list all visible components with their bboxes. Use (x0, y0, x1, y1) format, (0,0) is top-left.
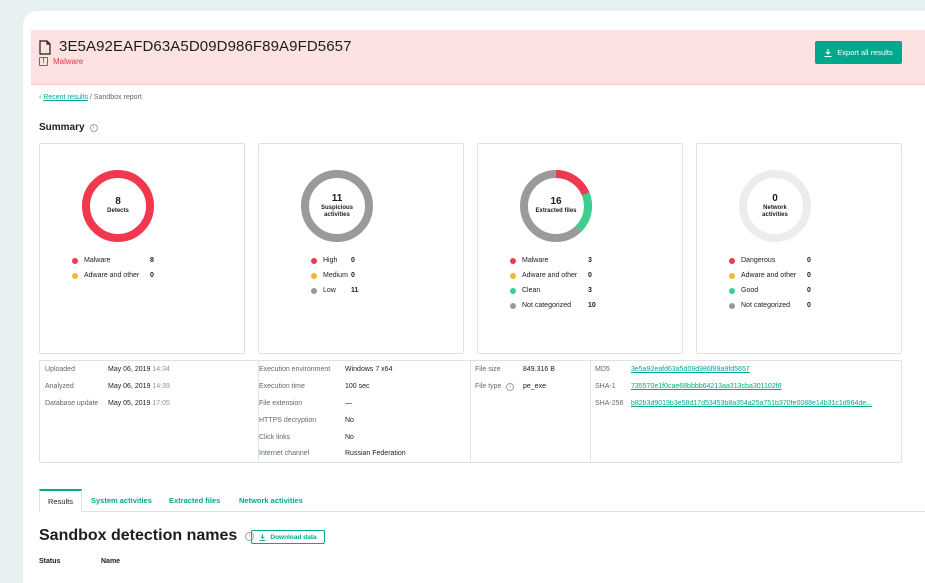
clean-dot-icon (510, 287, 516, 294)
legend-item: Dangerous 0 (729, 253, 811, 268)
not-categorized-dot-icon (729, 302, 735, 309)
detects-card: 8 Detects Malware 8 Adware and other 0 (39, 143, 245, 354)
tab-network-activities[interactable]: Network activities (239, 489, 303, 512)
info-icon[interactable]: i (89, 123, 98, 132)
adware-dot-icon (729, 272, 735, 279)
detects-legend: Malware 8 Adware and other 0 (72, 253, 154, 283)
sha1-link[interactable]: 735570e1f0cae68bbbb64213aa313cba301102f6 (631, 383, 782, 390)
dangerous-dot-icon (729, 257, 735, 264)
low-dot-icon (311, 287, 317, 294)
legend-item: Adware and other 0 (729, 268, 811, 283)
legend-item: High 0 (311, 253, 355, 268)
section-title: Sandbox detection names (39, 527, 238, 544)
breadcrumb: ‹ Recent results / Sandbox report (39, 94, 142, 101)
breadcrumb-separator: / (90, 94, 92, 101)
back-chevron-icon[interactable]: ‹ (39, 94, 41, 101)
breadcrumb-link-recent-results[interactable]: Recent results (43, 94, 88, 101)
verdict-label: Malware (53, 57, 84, 66)
download-data-button[interactable]: Download data (251, 530, 325, 544)
legend-item: Not categorized 0 (729, 298, 811, 313)
execution-column: Execution environment Windows 7 x64 Execu… (259, 361, 471, 462)
medium-dot-icon (311, 272, 317, 279)
adware-dot-icon (510, 272, 516, 279)
details-panel: Uploaded May 06, 2019 14:34 Analyzed May 0… (39, 360, 902, 463)
not-categorized-dot-icon (510, 302, 516, 309)
network-legend: Dangerous 0 Adware and other 0 Good 0 Not c… (729, 253, 811, 313)
malware-dot-icon (72, 257, 78, 264)
download-icon (259, 533, 266, 541)
high-dot-icon (311, 257, 317, 264)
suspicious-legend: High 0 Medium 0 Low 11 (311, 253, 358, 298)
download-icon (824, 48, 832, 57)
hashes-column: MD5 3e5a92eafd63a5d09d986f89a9fd5657 SHA-… (591, 361, 901, 462)
summary-title: Summary (39, 122, 85, 133)
extracted-files-legend: Malware 3 Adware and other 0 Clean 3 Not ca… (510, 253, 596, 313)
extracted-files-card: 16 Extracted files Malware 3 Adware and o… (477, 143, 683, 354)
file-icon (39, 40, 51, 55)
detects-count: 8 (115, 196, 121, 208)
good-dot-icon (729, 287, 735, 294)
verdict-badge: ! Malware (39, 57, 83, 66)
legend-item: Good 0 (729, 283, 811, 298)
export-all-results-button[interactable]: Export all results (815, 41, 902, 64)
summary-heading: Summary i (39, 122, 98, 133)
file-hash-title: 3E5A92EAFD63A5D09D986F89A9FD5657 (59, 38, 352, 55)
legend-item: Medium 0 (311, 268, 355, 283)
network-label: Network activities (762, 204, 788, 218)
extracted-files-label: Extracted files (535, 208, 577, 215)
tab-system-activities[interactable]: System activities (91, 489, 152, 512)
md5-link[interactable]: 3e5a92eafd63a5d09d986f89a9fd5657 (631, 366, 750, 373)
info-icon[interactable]: i (506, 383, 514, 391)
legend-item: Adware and other 0 (72, 268, 154, 283)
report-header: 3E5A92EAFD63A5D09D986F89A9FD5657 ! Malwa… (31, 30, 925, 85)
dates-column: Uploaded May 06, 2019 14:34 Analyzed May 0… (40, 361, 259, 462)
network-count: 0 (772, 192, 778, 204)
tab-extracted-files[interactable]: Extracted files (169, 489, 220, 512)
breadcrumb-current: Sandbox report (93, 94, 142, 101)
legend-item: Not categorized 10 (510, 298, 596, 313)
warning-icon: ! (39, 57, 48, 66)
legend-item: Malware 8 (72, 253, 154, 268)
file-info-column: File size 849.316 B File type i pe_exe (471, 361, 591, 462)
legend-item: Adware and other 0 (510, 268, 592, 283)
section-heading: Sandbox detection names i (39, 527, 255, 545)
legend-item: Clean 3 (510, 283, 592, 298)
network-activities-card: 0 Network activities Dangerous 0 Adware a… (696, 143, 902, 354)
column-header-status[interactable]: Status (39, 558, 60, 565)
tab-results[interactable]: Results (39, 489, 83, 512)
suspicious-activities-card: 11 Suspicious activities High 0 Medium 0 L… (258, 143, 464, 354)
suspicious-count: 11 (331, 192, 343, 204)
report-page: 3E5A92EAFD63A5D09D986F89A9FD5657 ! Malwa… (23, 11, 925, 583)
column-header-name[interactable]: Name (101, 558, 120, 565)
legend-item: Low 11 (311, 283, 358, 298)
export-label: Export all results (837, 48, 893, 57)
extracted-files-count: 16 (550, 196, 562, 208)
legend-item: Malware 3 (510, 253, 592, 268)
sha256-link[interactable]: b82b3d9019b3e58d17d53453b8a354a25a751b37… (631, 400, 899, 407)
detects-label: Detects (107, 208, 129, 215)
malware-dot-icon (510, 257, 516, 264)
download-label: Download data (270, 533, 317, 541)
adware-dot-icon (72, 272, 78, 279)
report-tabs: Results System activities Extracted file… (39, 489, 925, 512)
suspicious-label: Suspicious activities (320, 204, 353, 218)
